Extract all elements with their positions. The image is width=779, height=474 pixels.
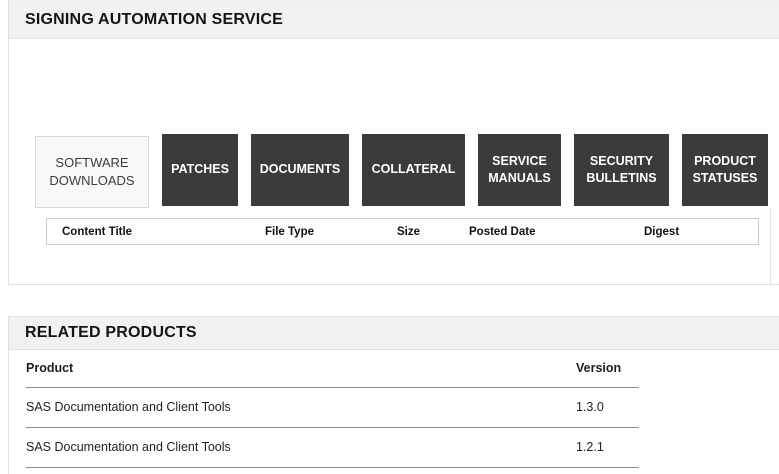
downloads-table-header: Content Title File Type Size Posted Date… [46,218,759,245]
page: SIGNING AUTOMATION SERVICE SOFTWARE DOWN… [0,0,779,474]
column-header-version: Version [576,350,639,388]
tab-bar: SOFTWARE DOWNLOADS PATCHES DOCUMENTS COL… [35,134,768,208]
column-header-digest: Digest [644,226,758,238]
tab-patches[interactable]: PATCHES [162,134,238,206]
version-cell: 1.3.0 [576,388,639,428]
column-header-content-title: Content Title [47,226,265,238]
column-header-file-type: File Type [265,226,397,238]
version-cell: 1.2.1 [576,428,639,468]
column-header-posted-date: Posted Date [469,226,644,238]
header-row: Product Version [26,350,639,388]
related-products-table-head: Product Version [26,350,639,388]
related-products-panel: RELATED PRODUCTS Product Version SAS Doc… [8,316,779,474]
product-cell[interactable]: SAS Documentation and Client Tools [26,428,576,468]
related-products-table-body: SAS Documentation and Client Tools 1.3.0… [26,388,639,468]
signing-automation-title: SIGNING AUTOMATION SERVICE [25,11,283,29]
table-row: SAS Documentation and Client Tools 1.2.1 [26,428,639,468]
related-products-title: RELATED PRODUCTS [25,324,197,342]
signing-automation-header: SIGNING AUTOMATION SERVICE [9,1,779,39]
product-cell[interactable]: SAS Documentation and Client Tools [26,388,576,428]
column-header-product: Product [26,350,576,388]
signing-automation-body: SOFTWARE DOWNLOADS PATCHES DOCUMENTS COL… [9,39,779,284]
related-products-header: RELATED PRODUCTS [9,316,779,350]
tab-software-downloads[interactable]: SOFTWARE DOWNLOADS [35,136,149,208]
table-row: SAS Documentation and Client Tools 1.3.0 [26,388,639,428]
tab-service-manuals[interactable]: SERVICE MANUALS [478,134,561,206]
tab-security-bulletins[interactable]: SECURITY BULLETINS [574,134,669,206]
tab-documents[interactable]: DOCUMENTS [251,134,349,206]
tab-collateral[interactable]: COLLATERAL [362,134,465,206]
signing-automation-panel: SIGNING AUTOMATION SERVICE SOFTWARE DOWN… [8,0,779,285]
tab-product-statuses[interactable]: PRODUCT STATUSES [682,134,768,206]
related-products-table: Product Version SAS Documentation and Cl… [26,350,639,468]
related-products-body: Product Version SAS Documentation and Cl… [9,350,779,468]
column-header-size: Size [397,226,469,238]
